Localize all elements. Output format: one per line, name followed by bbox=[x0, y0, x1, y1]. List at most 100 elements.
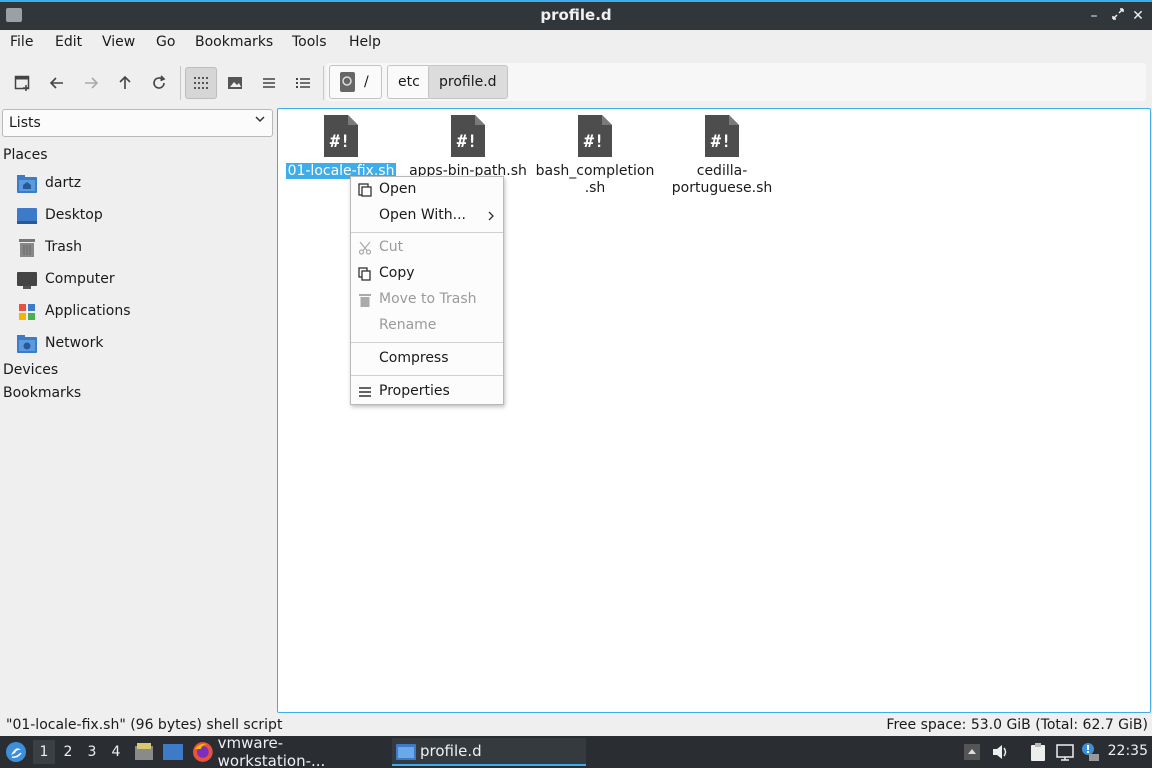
menu-go[interactable]: Go bbox=[156, 34, 175, 50]
network-status-button[interactable] bbox=[1055, 742, 1075, 762]
task-label: profile.d bbox=[420, 742, 482, 760]
context-properties[interactable]: Properties bbox=[351, 379, 503, 405]
context-menu: Open Open With... Cut Copy Move to Trash… bbox=[350, 176, 504, 405]
compact-view-button[interactable] bbox=[253, 67, 285, 99]
menu-tools[interactable]: Tools bbox=[292, 34, 327, 50]
context-item-label: Open bbox=[379, 181, 417, 197]
context-rename[interactable]: Rename bbox=[351, 313, 503, 339]
icon-view-button[interactable] bbox=[185, 67, 217, 99]
sidebar-item-desktop[interactable]: Desktop bbox=[0, 201, 276, 231]
back-button[interactable] bbox=[41, 67, 73, 99]
close-button[interactable]: ✕ bbox=[1128, 6, 1148, 26]
file-manager-icon bbox=[135, 743, 153, 760]
sidebar-item-computer[interactable]: Computer bbox=[0, 265, 276, 295]
sidebar: Lists Places dartz Desktop Trash Compute… bbox=[0, 108, 276, 712]
bookmarks-heading[interactable]: Bookmarks bbox=[3, 385, 81, 401]
context-compress[interactable]: Compress bbox=[351, 346, 503, 372]
sidebar-item-dartz[interactable]: dartz bbox=[0, 169, 276, 199]
trash-icon bbox=[359, 294, 371, 307]
desktop-2[interactable]: 2 bbox=[57, 744, 79, 760]
sidebar-item-label: Trash bbox=[45, 239, 82, 255]
volume-button[interactable] bbox=[990, 742, 1010, 762]
scissors-icon bbox=[358, 241, 372, 255]
context-item-label: Compress bbox=[379, 350, 449, 366]
context-open[interactable]: Open bbox=[351, 177, 503, 203]
properties-icon bbox=[359, 387, 371, 397]
svg-text:#!: #! bbox=[457, 132, 477, 152]
menu-edit[interactable]: Edit bbox=[55, 34, 82, 50]
context-separator bbox=[351, 342, 503, 343]
shell-script-icon: #! bbox=[578, 115, 612, 157]
context-separator bbox=[351, 232, 503, 233]
sidebar-item-applications[interactable]: Applications bbox=[0, 297, 276, 327]
breadcrumb-root[interactable]: / bbox=[329, 65, 382, 99]
detailed-view-button[interactable] bbox=[287, 67, 319, 99]
context-item-label: Cut bbox=[379, 239, 404, 255]
file-item-apps-bin-path[interactable]: #! apps-bin-path.sh bbox=[403, 115, 533, 180]
sidebar-view-select[interactable]: Lists bbox=[2, 109, 273, 137]
reload-button[interactable] bbox=[143, 67, 175, 99]
menu-view[interactable]: View bbox=[102, 34, 135, 50]
start-menu-button[interactable] bbox=[5, 741, 27, 763]
task-vmware[interactable]: vmware-workstation-... bbox=[192, 734, 388, 768]
sidebar-item-trash[interactable]: Trash bbox=[0, 233, 276, 263]
desktop-4[interactable]: 4 bbox=[105, 744, 127, 760]
breadcrumb-etc[interactable]: etc bbox=[387, 65, 431, 99]
file-manager-launcher[interactable] bbox=[134, 742, 154, 762]
context-cut[interactable]: Cut bbox=[351, 235, 503, 261]
detailed-list-icon bbox=[296, 78, 310, 88]
up-button[interactable] bbox=[109, 67, 141, 99]
file-item-01-locale-fix[interactable]: #! 01-locale-fix.sh bbox=[276, 115, 406, 180]
new-tab-button[interactable] bbox=[7, 67, 39, 99]
status-selection-info: "01-locale-fix.sh" (96 bytes) shell scri… bbox=[6, 717, 283, 733]
show-desktop-button[interactable] bbox=[162, 742, 184, 762]
reload-icon bbox=[153, 75, 166, 89]
clipboard-button[interactable] bbox=[1028, 742, 1048, 762]
sidebar-item-label: Desktop bbox=[45, 207, 103, 223]
file-item-cedilla-portuguese[interactable]: #! cedilla- portuguese.sh bbox=[657, 115, 787, 197]
context-open-with[interactable]: Open With... bbox=[351, 203, 503, 229]
desktop-1[interactable]: 1 bbox=[33, 740, 55, 764]
menu-help[interactable]: Help bbox=[349, 34, 381, 50]
shell-script-icon: #! bbox=[705, 115, 739, 157]
toolbar-separator bbox=[180, 66, 181, 100]
shell-script-icon: #! bbox=[451, 115, 485, 157]
forward-button[interactable] bbox=[75, 67, 107, 99]
menu-file[interactable]: File bbox=[10, 34, 33, 50]
icon-view-icon bbox=[194, 77, 208, 89]
task-label: vmware-workstation-... bbox=[217, 734, 326, 768]
breadcrumb-profile-d[interactable]: profile.d bbox=[428, 65, 508, 99]
svg-text:#!: #! bbox=[711, 132, 731, 152]
computer-icon bbox=[17, 272, 37, 289]
context-separator bbox=[351, 375, 503, 376]
notification-button[interactable] bbox=[1080, 742, 1100, 762]
places-heading[interactable]: Places bbox=[3, 147, 48, 163]
show-desktop-icon bbox=[163, 744, 183, 760]
thumbnail-view-button[interactable] bbox=[219, 67, 251, 99]
sidebar-view-select-value: Lists bbox=[9, 115, 41, 131]
image-icon bbox=[228, 77, 242, 89]
restore-button[interactable] bbox=[1108, 6, 1128, 26]
devices-heading[interactable]: Devices bbox=[3, 362, 58, 378]
minimize-button[interactable]: – bbox=[1084, 6, 1104, 26]
sidebar-item-network[interactable]: Network bbox=[0, 329, 276, 359]
taskbar: 1 2 3 4 vmware-workstation-... profile.d… bbox=[0, 734, 1152, 768]
file-name: bash_completion .sh bbox=[530, 163, 660, 197]
desktop-3[interactable]: 3 bbox=[81, 744, 103, 760]
shell-script-icon: #! bbox=[324, 115, 358, 157]
file-name: cedilla- portuguese.sh bbox=[657, 163, 787, 197]
file-name-line: .sh bbox=[584, 180, 606, 196]
tray-scroll-up[interactable] bbox=[962, 742, 982, 762]
menu-bookmarks[interactable]: Bookmarks bbox=[195, 34, 273, 50]
window-title: profile.d bbox=[540, 6, 612, 24]
clock[interactable]: 22:35 bbox=[1108, 743, 1148, 759]
context-move-to-trash[interactable]: Move to Trash bbox=[351, 287, 503, 313]
context-copy[interactable]: Copy bbox=[351, 261, 503, 287]
context-item-label: Copy bbox=[379, 265, 415, 281]
network-folder-icon bbox=[17, 335, 37, 353]
toolbar: / etc profile.d bbox=[0, 58, 1152, 106]
task-profile-d[interactable]: profile.d bbox=[392, 738, 586, 766]
file-item-bash-completion[interactable]: #! bash_completion .sh bbox=[530, 115, 660, 197]
menu-bar: File Edit View Go Bookmarks Tools Help bbox=[0, 30, 1152, 56]
chevron-right-icon bbox=[488, 211, 494, 221]
